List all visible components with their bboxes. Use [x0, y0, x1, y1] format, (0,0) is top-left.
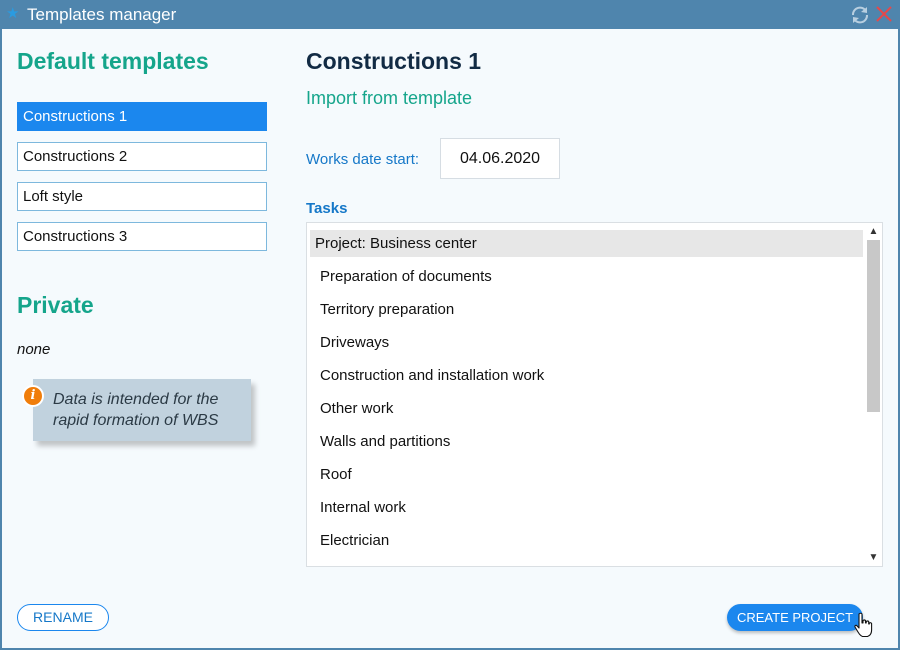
task-item[interactable]: Project: Business center — [310, 230, 863, 257]
task-item[interactable]: Walls and partitions — [310, 428, 863, 455]
project-title: Constructions 1 — [306, 48, 482, 74]
task-item[interactable]: Preparation of documents — [310, 263, 863, 290]
tasks-scrollbar[interactable]: ▲ ▼ — [865, 223, 882, 566]
window-title: Templates manager — [27, 5, 177, 24]
template-item-constructions-1[interactable]: Constructions 1 — [17, 102, 267, 131]
task-item[interactable]: Roof — [310, 461, 863, 488]
dialog-body: Default templates Constructions 1 Constr… — [2, 29, 898, 648]
info-icon: i — [22, 385, 44, 407]
title-bar[interactable]: ★ Templates manager — [0, 0, 900, 29]
template-item-constructions-3[interactable]: Constructions 3 — [17, 222, 267, 251]
task-item[interactable]: Territory preparation — [310, 296, 863, 323]
task-item[interactable]: Construction and installation work — [310, 362, 863, 389]
info-tooltip: Data is intended for the rapid formation… — [33, 379, 251, 441]
templates-manager-window: ★ Templates manager Default templates Co… — [0, 0, 900, 650]
scroll-up-icon[interactable]: ▲ — [865, 223, 882, 240]
tasks-label: Tasks — [306, 200, 348, 217]
task-item[interactable]: Electrician — [310, 527, 863, 554]
close-icon[interactable] — [874, 4, 894, 24]
scroll-down-icon[interactable]: ▼ — [865, 549, 882, 566]
star-icon: ★ — [6, 5, 20, 22]
private-empty-text: none — [17, 341, 51, 358]
template-item-constructions-2[interactable]: Constructions 2 — [17, 142, 267, 171]
default-templates-heading: Default templates — [17, 48, 209, 74]
task-item[interactable]: Driveways — [310, 329, 863, 356]
rename-button[interactable]: RENAME — [17, 604, 109, 631]
info-text: Data is intended for the rapid formation… — [53, 391, 219, 429]
task-item[interactable]: Internal work — [310, 494, 863, 521]
date-start-input[interactable] — [440, 138, 560, 179]
import-heading: Import from template — [306, 88, 473, 108]
date-start-label: Works date start: — [306, 151, 420, 168]
refresh-icon[interactable] — [849, 4, 871, 26]
task-item[interactable]: Other work — [310, 395, 863, 422]
create-project-button[interactable]: CREATE PROJECT — [727, 604, 863, 631]
template-item-loft-style[interactable]: Loft style — [17, 182, 267, 211]
hand-cursor-icon — [854, 612, 873, 638]
scrollbar-thumb[interactable] — [867, 240, 880, 412]
tasks-list[interactable]: Project: Business center Preparation of … — [306, 222, 883, 567]
private-heading: Private — [17, 292, 94, 318]
